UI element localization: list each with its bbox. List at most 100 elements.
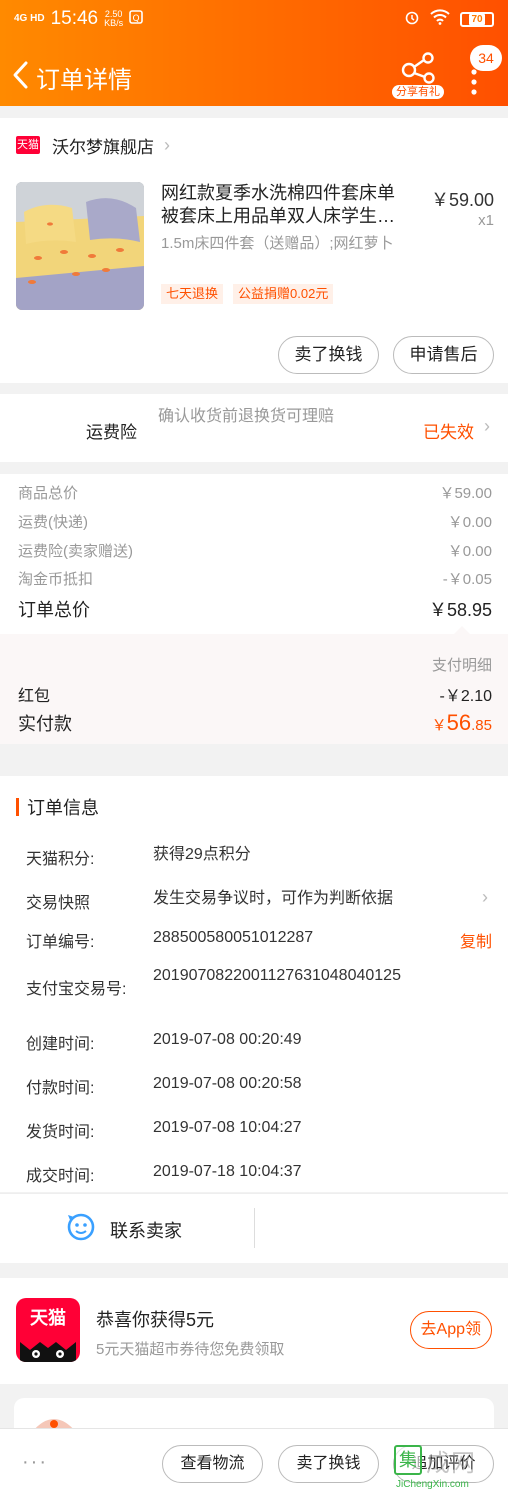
promo-subtitle: 5元天猫超市券待您免费领取	[96, 1341, 285, 1358]
product-price: ￥59.00	[430, 190, 494, 210]
info-value: 2019-07-18 10:04:37	[153, 1163, 302, 1180]
info-label: 付款时间:	[26, 1080, 95, 1097]
product-title[interactable]: 网红款夏季水洗棉四件套床单被套床上用品单双人床学生…	[161, 182, 409, 228]
more-actions-icon[interactable]: ···	[22, 1451, 48, 1474]
fee-value: ￥0.00	[447, 543, 492, 560]
fee-row-coins: 淘金币抵扣 -￥0.05	[18, 568, 492, 589]
order-total-label: 订单总价	[18, 600, 90, 620]
net-speed: 2.50 KB/s	[104, 10, 123, 28]
fee-row-insurance: 运费险(卖家赠送) ￥0.00	[18, 540, 492, 561]
alarm-icon	[404, 9, 420, 30]
info-label: 订单编号:	[26, 934, 95, 951]
product-card: 天猫 沃尔梦旗舰店 › 网红款夏季水洗棉四件套床单被套床上用品单双人床学生… ￥…	[0, 118, 508, 383]
chat-smiley-icon	[66, 1212, 96, 1247]
order-info-heading: 订单信息	[16, 794, 99, 820]
tmall-cat-logo: 天猫	[16, 1298, 80, 1362]
page-title: 订单详情	[36, 67, 132, 94]
chevron-right-icon: ›	[164, 134, 170, 155]
watermark-text: 成网	[426, 1450, 476, 1477]
order-info-title: 订单信息	[27, 798, 99, 818]
battery-level: 70	[469, 13, 485, 25]
insurance-label: 运费险	[86, 423, 137, 442]
promo-title: 恭喜你获得5元	[96, 1310, 215, 1330]
fee-value: -￥0.05	[442, 571, 492, 588]
info-label: 支付宝交易号:	[26, 981, 127, 998]
contact-seller-bar: 联系卖家	[0, 1193, 508, 1263]
insurance-status: 已失效	[423, 423, 474, 442]
fee-row-shipping: 运费(快递) ￥0.00	[18, 511, 492, 532]
info-value: 发生交易争议时，可作为判断依据	[153, 890, 394, 907]
info-label: 交易快照	[26, 895, 91, 912]
chevron-right-icon: ›	[482, 887, 488, 907]
info-label: 发货时间:	[26, 1124, 95, 1141]
fee-value: ￥0.00	[447, 514, 492, 531]
info-value: 288500580051012287	[153, 929, 314, 946]
sell-button-bottom[interactable]: 卖了换钱	[278, 1445, 379, 1483]
paid-row: 实付款 ￥56.85	[18, 710, 492, 736]
promo-banner: 天猫 恭喜你获得5元 5元天猫超市券待您免费领取 去App领	[0, 1278, 508, 1384]
info-label: 创建时间:	[26, 1036, 95, 1053]
product-image[interactable]	[16, 182, 144, 310]
status-time: 15:46	[50, 8, 99, 29]
tag-seven-day-return: 七天退换	[161, 284, 224, 304]
fee-row-goods: 商品总价 ￥59.00	[18, 482, 492, 503]
tmall-logo: 天猫	[16, 136, 40, 154]
shipping-insurance-row[interactable]: 运费险 确认收货前退换货可理赔 已失效 ›	[0, 394, 508, 462]
copy-order-number-button[interactable]: 复制	[460, 928, 492, 952]
info-value: 获得29点积分	[153, 846, 251, 863]
info-value: 2019070822001127631048040125	[153, 967, 401, 984]
divider	[254, 1208, 255, 1248]
battery-icon: 70	[460, 11, 494, 27]
insurance-description: 确认收货前退换货可理赔	[158, 408, 335, 425]
watermark-url: JiChengXin.com	[396, 1479, 469, 1490]
store-link[interactable]: 天猫 沃尔梦旗舰店 ›	[16, 134, 170, 157]
fee-label: 淘金币抵扣	[18, 571, 94, 588]
info-value: 2019-07-08 10:04:27	[153, 1119, 302, 1136]
net-speed-unit: KB/s	[104, 18, 124, 28]
order-info-section: 订单信息 天猫积分: 获得29点积分 交易快照 发生交易争议时，可作为判断依据 …	[0, 776, 508, 1192]
hongbao-value: -￥2.10	[439, 688, 492, 705]
fee-label: 运费险(卖家赠送)	[18, 543, 133, 560]
info-value: 2019-07-08 00:20:58	[153, 1075, 302, 1092]
product-tags: 七天退换 公益捐赠0.02元	[161, 284, 334, 304]
contact-seller-label: 联系卖家	[110, 1220, 182, 1241]
contact-seller-button[interactable]: 联系卖家	[66, 1212, 182, 1247]
fee-label: 运费(快递)	[18, 514, 88, 531]
info-label: 成交时间:	[26, 1168, 95, 1185]
paid-currency: ￥	[431, 717, 447, 734]
product-sku: 1.5m床四件套（送赠品）;网红萝卜	[161, 235, 394, 252]
heading-accent-bar	[16, 798, 19, 816]
payment-detail-link[interactable]: 支付明细	[432, 654, 492, 675]
fee-summary: 商品总价 ￥59.00 运费(快递) ￥0.00 运费险(卖家赠送) ￥0.00…	[0, 474, 508, 634]
tag-charity: 公益捐赠0.02元	[233, 284, 334, 304]
paid-label: 实付款	[18, 714, 72, 734]
order-total-value: ￥58.95	[428, 600, 492, 620]
nav-bar: 订单详情 分享有礼	[0, 44, 508, 104]
hongbao-row: 红包 -￥2.10	[18, 682, 492, 706]
top-bar: 4G HD 15:46 2.50 KB/s Q 70 订单详情 分享有礼	[0, 0, 508, 106]
paid-amount: ￥56.85	[432, 710, 492, 736]
product-quantity: x1	[478, 212, 494, 229]
watermark-logo: 集	[394, 1445, 422, 1475]
share-button[interactable]: 分享有礼	[392, 52, 444, 102]
sell-button[interactable]: 卖了换钱	[278, 336, 379, 374]
view-logistics-button[interactable]: 查看物流	[162, 1445, 263, 1483]
back-arrow-icon[interactable]	[10, 60, 32, 90]
after-sale-button[interactable]: 申请售后	[393, 336, 494, 374]
order-total-row: 订单总价 ￥58.95	[18, 596, 492, 622]
site-watermark: 集 成网 JiChengXin.com	[390, 1443, 508, 1495]
info-value: 2019-07-08 00:20:49	[153, 1031, 302, 1048]
go-app-button[interactable]: 去App领	[409, 1311, 492, 1349]
wifi-icon	[430, 8, 450, 30]
paid-decimal: .85	[471, 717, 492, 734]
paid-integer: 56	[446, 710, 472, 735]
fee-label: 商品总价	[18, 485, 79, 502]
share-label: 分享有礼	[392, 85, 444, 99]
hongbao-label: 红包	[18, 688, 51, 705]
payment-summary: 支付明细 红包 -￥2.10 实付款 ￥56.85	[0, 626, 508, 744]
store-name: 沃尔梦旗舰店	[52, 137, 154, 157]
notification-icon: Q	[129, 9, 143, 29]
svg-text:Q: Q	[133, 14, 140, 24]
message-count-badge: 34	[470, 45, 502, 71]
info-label: 天猫积分:	[26, 851, 95, 868]
